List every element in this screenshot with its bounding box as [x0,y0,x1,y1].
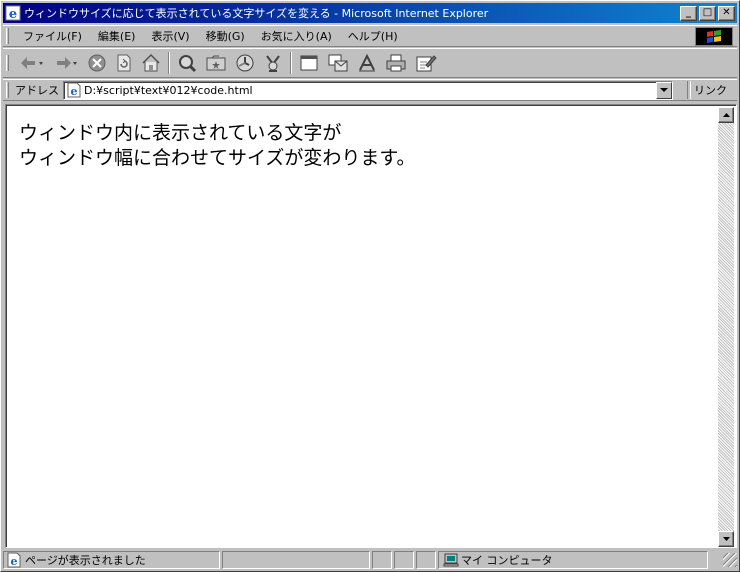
status-pane-offline [372,551,392,569]
favorites-button[interactable] [201,51,231,75]
status-text: ページが表示されました [25,554,146,567]
refresh-icon [117,54,131,72]
menu-edit[interactable]: 編集(E) [90,28,144,44]
content-frame: ウィンドウ内に表示されている文字が ウィンドウ幅に合わせてサイズが変わります。 [5,104,737,548]
arrow-up-icon [722,113,730,117]
page-body: ウィンドウ内に表示されている文字が ウィンドウ幅に合わせてサイズが変わります。 [8,107,719,547]
back-button[interactable] [15,51,49,75]
toolbar-separator [168,52,170,74]
windows-logo-throbber [695,27,733,46]
fullscreen-button[interactable] [295,51,323,75]
search-button[interactable] [173,51,201,75]
menu-help[interactable]: ヘルプ(H) [340,28,406,44]
address-label: アドレス [15,84,59,97]
svg-text:e: e [11,555,18,568]
menu-favorites[interactable]: お気に入り(A) [253,28,340,44]
channels-icon [266,55,280,72]
fonts-button[interactable] [353,51,381,75]
status-pane-zone: マイ コンピュータ [438,551,708,569]
address-bar: アドレス e D:¥script¥text¥012¥code.html リンク [3,79,737,101]
close-button[interactable]: ✕ [718,5,735,21]
search-icon [179,55,197,73]
channels-button[interactable] [259,51,287,75]
fullscreen-icon [300,55,318,71]
minimize-button[interactable]: _ [680,5,697,21]
address-input[interactable]: e D:¥script¥text¥012¥code.html [63,80,673,100]
mail-icon [328,54,348,72]
zone-text: マイ コンピュータ [461,554,553,567]
status-pane-lock [394,551,414,569]
mail-button[interactable] [323,51,353,75]
menu-go[interactable]: 移動(G) [198,28,253,44]
address-dropdown-button[interactable] [656,81,672,99]
menu-file[interactable]: ファイル(F) [15,28,90,44]
stop-button[interactable] [83,51,111,75]
menu-view[interactable]: 表示(V) [143,28,197,44]
stop-icon [88,54,106,72]
edit-icon [416,55,437,72]
address-bar-grip[interactable] [6,82,9,98]
standard-toolbar [3,48,737,78]
toolbar-separator [290,52,292,74]
status-bar: e ページが表示されました マイ コンピュータ [3,550,737,570]
computer-icon [443,553,459,567]
refresh-button[interactable] [111,51,137,75]
links-button[interactable]: リンク [694,82,727,98]
svg-text:e: e [9,7,17,21]
title-bar[interactable]: e ウィンドウサイズに応じて表示されている文字サイズを変える - Microso… [3,3,737,23]
fonts-icon [359,53,375,72]
history-button[interactable] [231,51,259,75]
vertical-scrollbar[interactable] [718,107,734,547]
svg-text:e: e [71,85,78,98]
status-pane-extra [416,551,436,569]
scroll-down-button[interactable] [718,531,734,547]
ie-page-icon: e [7,552,21,568]
arrow-down-icon [722,537,730,541]
menu-bar: ファイル(F) 編集(E) 表示(V) 移動(G) お気に入り(A) ヘルプ(H… [3,25,737,47]
resize-grip[interactable] [723,553,737,567]
windows-flag-icon [707,29,721,43]
maximize-button[interactable]: □ [699,5,716,21]
status-pane-progress [222,551,370,569]
scroll-up-button[interactable] [718,107,734,123]
forward-arrow-icon [57,57,77,69]
status-pane-main: e ページが表示されました [3,551,220,569]
ie-page-icon: e [67,82,81,98]
ie-logo-icon: e [5,5,21,21]
address-value: D:¥script¥text¥012¥code.html [84,83,253,97]
favorites-icon [206,55,226,71]
print-icon [386,54,406,72]
links-separator [687,81,691,99]
window-title: ウィンドウサイズに応じて表示されている文字サイズを変える - Microsoft… [24,7,489,20]
print-button[interactable] [381,51,411,75]
forward-button[interactable] [49,51,83,75]
back-arrow-icon [21,57,43,69]
edit-button[interactable] [411,51,441,75]
home-button[interactable] [137,51,165,75]
chevron-down-icon [660,87,668,92]
content-line-1: ウィンドウ内に表示されている文字が [19,122,342,144]
content-line-2: ウィンドウ幅に合わせてサイズが変わります。 [19,147,416,169]
browser-window: e ウィンドウサイズに応じて表示されている文字サイズを変える - Microso… [0,0,740,572]
menu-bar-grip[interactable] [6,28,9,44]
home-icon [142,53,160,72]
toolbar-grip[interactable] [6,55,9,71]
history-icon [236,54,254,72]
